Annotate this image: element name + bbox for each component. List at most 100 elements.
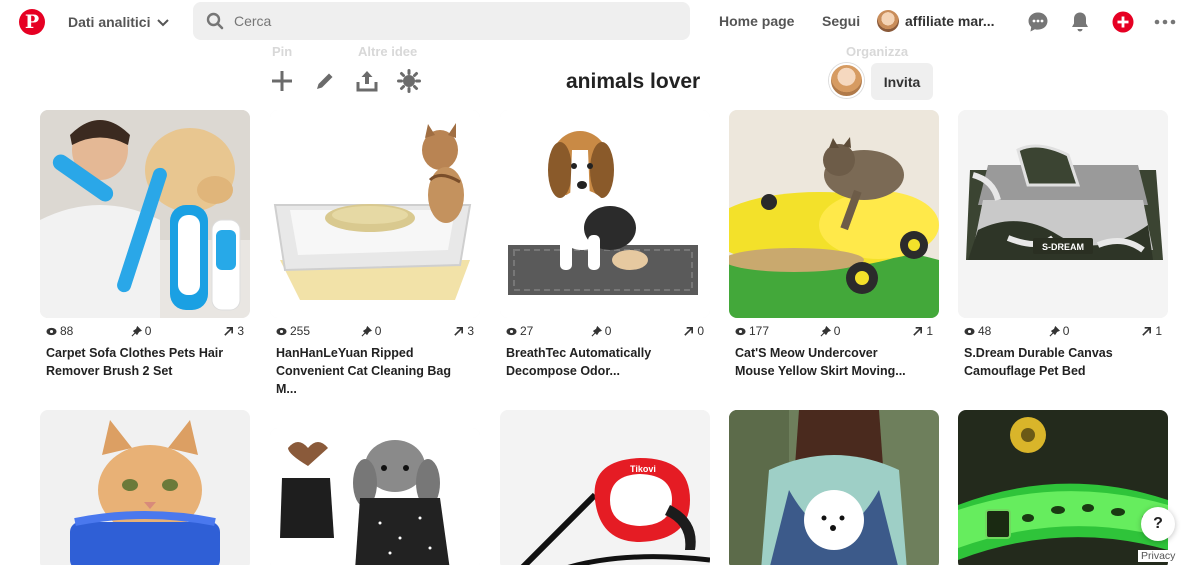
repins-stat: 1: [912, 324, 933, 338]
eye-icon: [276, 327, 287, 335]
board-title: animals lover: [566, 70, 701, 93]
pin-card[interactable]: [270, 428, 480, 565]
analytics-dropdown[interactable]: Dati analitici: [68, 12, 170, 32]
views-stat: 27: [506, 324, 591, 338]
more-options-icon[interactable]: [1153, 10, 1177, 34]
pin-card[interactable]: S-DREAM 48 0 1 S.Dream Durable Canvas Cam…: [958, 110, 1168, 380]
repins-stat: 3: [223, 324, 244, 338]
following-link[interactable]: Segui: [822, 13, 860, 29]
pinterest-logo-icon[interactable]: P: [19, 9, 45, 35]
top-nav: P Dati analitici Home page Segui affilia…: [0, 0, 1200, 44]
saves-count: 0: [374, 324, 382, 338]
notifications-bell-icon[interactable]: [1068, 10, 1092, 34]
pin-title[interactable]: Cat'S Meow Undercover Mouse Yellow Skirt …: [729, 344, 939, 380]
pin-card[interactable]: [40, 410, 250, 565]
arrow-up-right-icon: [1142, 326, 1152, 336]
eye-icon: [964, 327, 975, 335]
bed-brand-label: S-DREAM: [1042, 242, 1084, 252]
arrow-up-right-icon: [684, 326, 694, 336]
pin-card[interactable]: 255 0 3 HanHanLeYuan Ripped Convenient Ca…: [270, 110, 480, 398]
pin-title[interactable]: S.Dream Durable Canvas Camouflage Pet Bed: [958, 344, 1168, 380]
pin-image[interactable]: [958, 410, 1168, 565]
saves-stat: 0: [131, 324, 224, 338]
repins-stat: 0: [683, 324, 704, 338]
saves-count: 0: [604, 324, 612, 338]
share-icon[interactable]: [354, 68, 380, 94]
profile-name: affiliate mar...: [905, 13, 995, 29]
views-stat: 255: [276, 324, 361, 338]
search-input[interactable]: [234, 13, 654, 29]
pin-stats: 255 0 3: [270, 318, 480, 344]
views-count: 27: [520, 324, 534, 338]
pin-card[interactable]: [958, 410, 1168, 565]
leash-brand-label: Tikovi: [630, 464, 656, 474]
arrow-up-right-icon: [224, 326, 234, 336]
pin-card[interactable]: 177 0 1 Cat'S Meow Undercover Mouse Yello…: [729, 110, 939, 380]
tab-pins-faded[interactable]: Pin: [272, 44, 292, 60]
pin-title-line: Camouflage Pet Bed: [964, 364, 1086, 378]
chevron-down-icon: [157, 19, 170, 27]
repins-count: 3: [237, 324, 244, 338]
pin-image[interactable]: Tikovi: [500, 410, 710, 565]
pin-image[interactable]: [270, 428, 480, 565]
pin-card[interactable]: [729, 410, 939, 565]
saves-stat: 0: [1049, 324, 1142, 338]
messages-icon[interactable]: [1026, 10, 1050, 34]
repins-count: 1: [926, 324, 933, 338]
views-stat: 48: [964, 324, 1049, 338]
pencil-icon[interactable]: [312, 68, 338, 94]
pin-title-line: S.Dream Durable Canvas: [964, 346, 1113, 360]
arrow-up-right-icon: [913, 326, 923, 336]
tab-organize-faded[interactable]: Organizza: [846, 44, 908, 60]
eye-icon: [46, 327, 57, 335]
pin-image[interactable]: [729, 410, 939, 565]
collaborator-avatar[interactable]: [829, 63, 864, 98]
tab-more-ideas-faded[interactable]: Altre idee: [358, 44, 417, 60]
avatar: [877, 10, 899, 32]
pin-image[interactable]: [40, 410, 250, 565]
plus-icon[interactable]: [269, 68, 295, 94]
saves-stat: 0: [820, 324, 913, 338]
pin-icon: [820, 325, 831, 336]
home-link[interactable]: Home page: [719, 13, 794, 29]
repins-count: 1: [1155, 324, 1162, 338]
pin-title-line: HanHanLeYuan Ripped: [276, 346, 414, 360]
privacy-link[interactable]: Privacy: [1138, 550, 1179, 562]
settings-icon[interactable]: [396, 68, 422, 94]
pin-image[interactable]: [270, 110, 480, 318]
eye-icon: [506, 327, 517, 335]
repins-count: 3: [467, 324, 474, 338]
repins-stat: 1: [1141, 324, 1162, 338]
saves-stat: 0: [361, 324, 454, 338]
repins-stat: 3: [453, 324, 474, 338]
pin-title[interactable]: Carpet Sofa Clothes Pets Hair Remover Bru…: [40, 344, 250, 380]
pin-stats: 88 0 3: [40, 318, 250, 344]
views-count: 255: [290, 324, 311, 338]
pin-title-line: Carpet Sofa Clothes Pets Hair: [46, 346, 224, 360]
pin-title-line: Mouse Yellow Skirt Moving...: [735, 364, 906, 378]
pin-card[interactable]: 27 0 0 BreathTec Automatically Decompose …: [500, 110, 710, 380]
pin-title[interactable]: HanHanLeYuan Ripped Convenient Cat Cleani…: [270, 344, 480, 398]
pin-title-line: Decompose Odor...: [506, 364, 620, 378]
pin-card[interactable]: Tikovi: [500, 410, 710, 565]
repins-count: 0: [697, 324, 704, 338]
pin-title-line: Convenient Cat Cleaning Bag: [276, 364, 452, 378]
eye-icon: [735, 327, 746, 335]
pin-image[interactable]: [500, 110, 710, 318]
create-plus-icon[interactable]: [1111, 10, 1135, 34]
search-icon: [206, 12, 224, 30]
arrow-up-right-icon: [454, 326, 464, 336]
profile-link[interactable]: affiliate mar...: [877, 10, 994, 32]
pin-title[interactable]: BreathTec Automatically Decompose Odor...: [500, 344, 710, 380]
analytics-label: Dati analitici: [68, 14, 151, 30]
search-bar[interactable]: [193, 2, 690, 40]
pin-stats: 177 0 1: [729, 318, 939, 344]
help-button[interactable]: ?: [1141, 507, 1175, 541]
pin-image[interactable]: S-DREAM: [958, 110, 1168, 318]
invite-button[interactable]: Invita: [871, 63, 933, 100]
pin-image[interactable]: [40, 110, 250, 318]
pin-icon: [361, 325, 372, 336]
views-stat: 177: [735, 324, 820, 338]
pin-image[interactable]: [729, 110, 939, 318]
pin-card[interactable]: 88 0 3 Carpet Sofa Clothes Pets Hair Remo…: [40, 110, 250, 380]
